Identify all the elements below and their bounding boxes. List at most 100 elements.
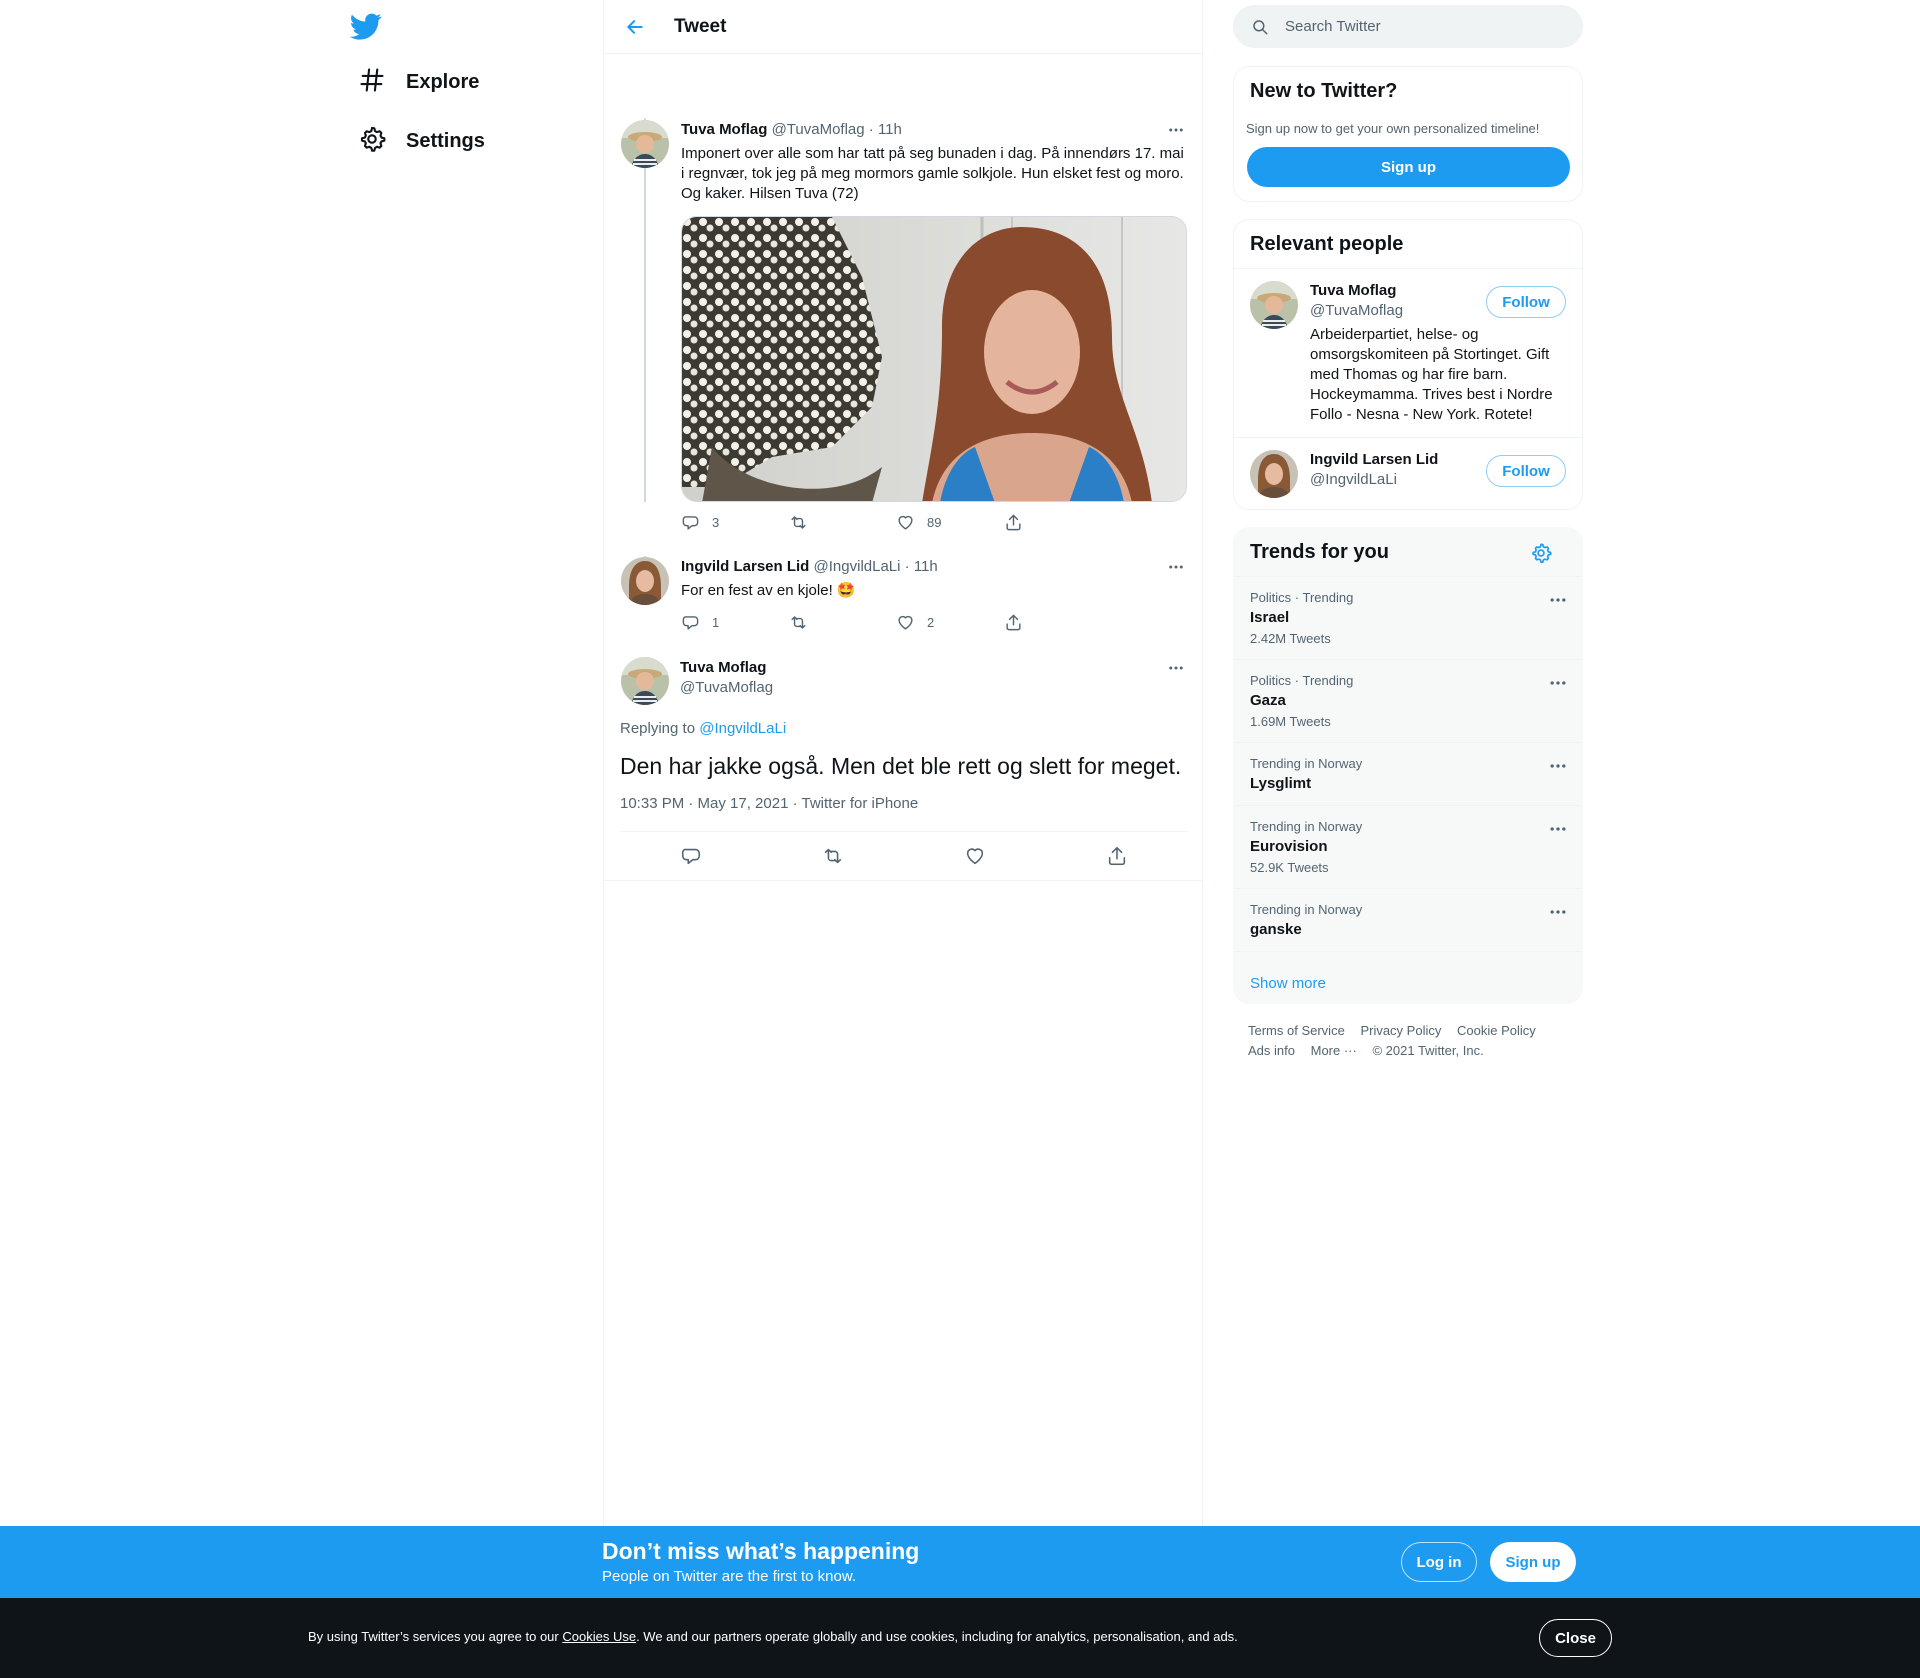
tweet-actions: 3 89 (681, 513, 1111, 532)
login-button[interactable]: Log in (1401, 1542, 1477, 1582)
share-button[interactable] (1097, 836, 1137, 876)
trend-name: Israel (1250, 609, 1290, 626)
reply-button[interactable] (671, 836, 711, 876)
trend-context: Trending in Norway (1250, 819, 1363, 834)
divider (1234, 576, 1582, 577)
share-button[interactable] (1004, 613, 1112, 632)
twitter-logo-icon[interactable] (349, 10, 382, 42)
trend-more-button[interactable] (1548, 758, 1568, 774)
share-icon (1005, 514, 1021, 531)
focused-author[interactable]: Tuva Moflag @TuvaMoflag (680, 658, 773, 698)
card-subtitle: Sign up now to get your own personalized… (1246, 121, 1540, 136)
cookies-use-link[interactable]: Cookies Use (562, 1629, 636, 1644)
search-box[interactable] (1233, 5, 1583, 48)
trend-more-button[interactable] (1548, 904, 1568, 920)
banner-subtitle: People on Twitter are the first to know. (602, 1568, 857, 1585)
person-name: Tuva Moflag (1310, 282, 1397, 299)
avatar[interactable] (621, 657, 669, 705)
footer-more-link[interactable]: More ··· (1311, 1043, 1357, 1058)
tweet-time[interactable]: · 11h (869, 121, 902, 138)
more-dots-icon (1550, 910, 1566, 914)
retweet-button[interactable] (789, 513, 897, 532)
like-button[interactable]: 2 (896, 613, 1004, 632)
trend-context: Trending in Norway (1250, 902, 1363, 917)
trend-name: Eurovision (1250, 838, 1328, 855)
replying-to-link[interactable]: @IngvildLaLi (699, 720, 786, 737)
trend-name: Lysglimt (1250, 775, 1312, 792)
trends-settings-button[interactable] (1530, 542, 1552, 564)
more-options-button[interactable] (1164, 120, 1188, 140)
banner-title: Don’t miss what’s happening (602, 1538, 920, 1564)
share-button[interactable] (1004, 513, 1112, 532)
follow-button[interactable]: Follow (1486, 286, 1566, 318)
divider (1234, 268, 1582, 269)
more-dots-icon (1169, 565, 1183, 569)
nav-settings-label: Settings (406, 129, 485, 152)
avatar[interactable] (621, 557, 669, 605)
page-header: Tweet (604, 0, 1202, 54)
footer-link[interactable]: Cookie Policy (1457, 1023, 1536, 1038)
follow-button[interactable]: Follow (1486, 455, 1566, 487)
nav-settings[interactable]: Settings (348, 116, 495, 166)
trend-more-button[interactable] (1548, 675, 1568, 691)
cookie-text-prefix: By using Twitter’s services you agree to… (308, 1629, 563, 1644)
footer-link[interactable]: Terms of Service (1248, 1023, 1345, 1038)
like-count: 89 (927, 515, 942, 530)
tweet-time[interactable]: · 11h (905, 558, 938, 575)
replying-to: Replying to @IngvildLaLi (620, 720, 786, 737)
nav-explore[interactable]: Explore (348, 57, 489, 107)
divider (1234, 805, 1582, 806)
tweet-text: Imponert over alle som har tatt på seg b… (681, 145, 1184, 202)
like-button[interactable]: 89 (896, 513, 1004, 532)
sign-up-button[interactable]: Sign up (1247, 147, 1570, 187)
hashtag-icon (358, 66, 386, 99)
person-name: Ingvild Larsen Lid (1310, 451, 1439, 468)
tweet-header: Tuva Moflag @TuvaMoflag · 11h (681, 121, 902, 138)
trend-context: Politics · Trending (1250, 590, 1354, 605)
retweet-icon (790, 616, 806, 629)
avatar[interactable] (621, 120, 669, 168)
reply-button[interactable]: 3 (681, 513, 789, 532)
footer-link[interactable]: Privacy Policy (1360, 1023, 1441, 1038)
more-options-button[interactable] (1164, 658, 1188, 678)
footer-link[interactable]: Ads info (1248, 1043, 1295, 1058)
focused-tweet-actions (620, 834, 1188, 878)
reply-icon (681, 848, 701, 865)
like-button[interactable] (955, 836, 995, 876)
reply-icon (682, 516, 699, 530)
tweet-author-name[interactable]: Tuva Moflag (681, 121, 767, 138)
banner-sign-up-button[interactable]: Sign up (1490, 1542, 1576, 1582)
focused-tweet-meta[interactable]: 10:33 PM · May 17, 2021 · Twitter for iP… (620, 795, 918, 812)
tweet-author-handle[interactable]: @TuvaMoflag (772, 121, 865, 138)
show-more-link[interactable]: Show more (1250, 975, 1326, 992)
reply-button[interactable]: 1 (681, 613, 789, 632)
copyright: © 2021 Twitter, Inc. (1372, 1043, 1484, 1058)
heart-icon (898, 615, 913, 630)
trend-more-button[interactable] (1548, 821, 1568, 837)
trend-count: 52.9K Tweets (1250, 860, 1329, 875)
tweet-photo[interactable] (681, 216, 1187, 502)
focused-author-name: Tuva Moflag (680, 659, 767, 676)
divider (1234, 659, 1582, 660)
avatar[interactable] (1250, 281, 1298, 329)
cookie-close-button[interactable]: Close (1539, 1619, 1612, 1657)
focused-tweet-text: Den har jakke også. Men det ble rett og … (620, 753, 1182, 779)
card-title: New to Twitter? (1250, 80, 1398, 102)
tweet-author-handle[interactable]: @IngvildLaLi (814, 558, 901, 575)
avatar[interactable] (1250, 450, 1298, 498)
divider (620, 831, 1188, 832)
divider (1234, 888, 1582, 889)
retweet-button[interactable] (789, 613, 897, 632)
heart-icon (966, 848, 984, 865)
search-input[interactable] (1285, 18, 1555, 35)
trend-more-button[interactable] (1548, 592, 1568, 608)
more-options-button[interactable] (1164, 557, 1188, 577)
more-dots-icon (1550, 598, 1566, 602)
back-button[interactable] (618, 10, 652, 44)
tweet-author-name[interactable]: Ingvild Larsen Lid (681, 558, 809, 575)
reply-icon (682, 616, 699, 630)
trend-context: Politics · Trending (1250, 673, 1354, 688)
nav-explore-label: Explore (406, 70, 480, 93)
retweet-button[interactable] (813, 836, 853, 876)
divider (604, 880, 1202, 881)
